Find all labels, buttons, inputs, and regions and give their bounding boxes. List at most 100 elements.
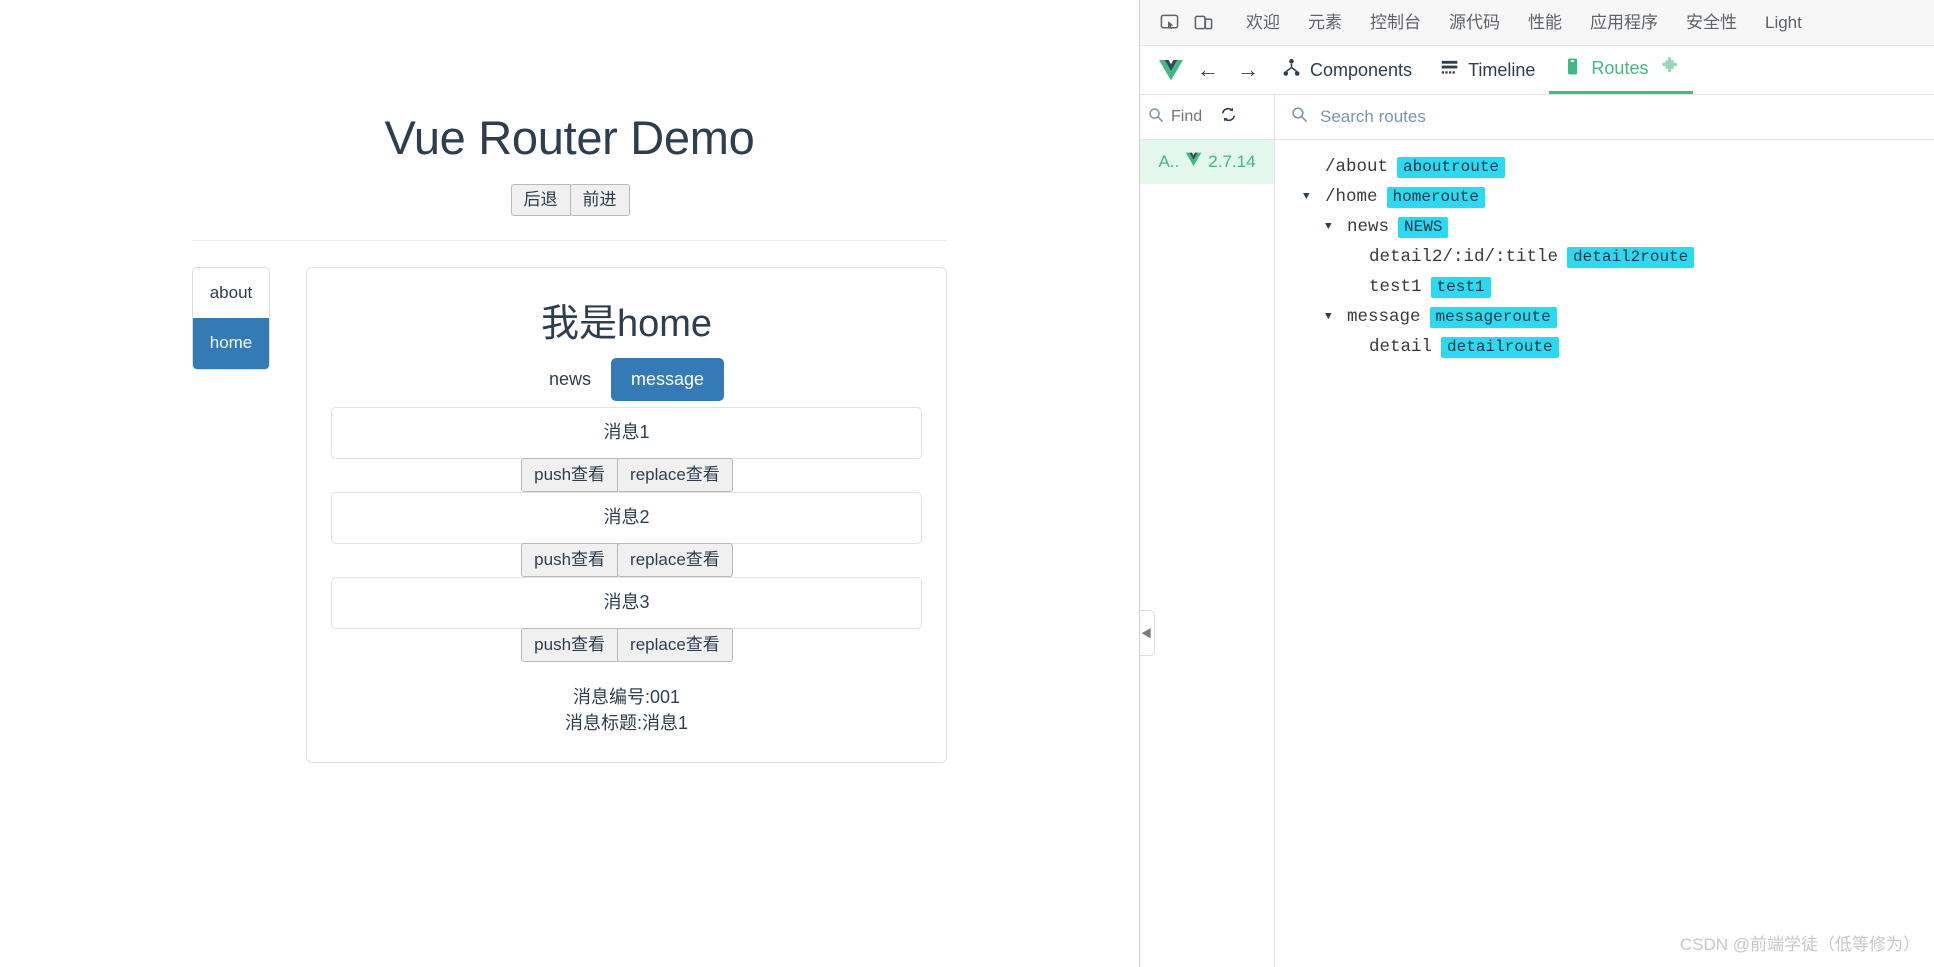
instances-column: A.. 2.7.14 [1140,95,1275,967]
vue-forward-arrow-icon[interactable]: → [1228,50,1268,90]
instance-version: 2.7.14 [1208,152,1256,171]
route-path: /home [1325,187,1378,207]
message-title: 消息1 [331,407,922,459]
list-item: 消息1 push查看 replace查看 [331,407,922,493]
route-node-about[interactable]: /about aboutroute [1275,152,1934,182]
replace-view-button[interactable]: replace查看 [617,457,733,493]
route-badge: detail2route [1567,246,1695,268]
instance-search-bar [1140,95,1274,140]
devtools-topbar: 欢迎 元素 控制台 源代码 性能 应用程序 安全性 Light [1140,0,1934,46]
router-view-card: 我是home news message 消息1 push查看replace查看 [306,267,947,764]
route-node-home[interactable]: ▼ /home homeroute [1275,182,1934,212]
instance-name: A.. [1158,152,1180,171]
message-list: 消息1 push查看 replace查看 消息2 push查看 replace查看 [331,407,922,663]
chevron-down-icon[interactable]: ▼ [1325,311,1338,323]
instance-item-app[interactable]: A.. 2.7.14 [1140,140,1274,184]
replace-view-button[interactable]: replace查看 [617,627,733,663]
routes-search-bar [1275,95,1934,140]
tab-elements[interactable]: 元素 [1294,0,1356,45]
detail-id-line: 消息编号:001 [572,687,681,708]
message-actions: push查看 replace查看 [331,627,922,663]
route-badge: NEWS [1398,216,1449,238]
tab-message[interactable]: message [610,357,725,402]
page-title: Vue Router Demo [384,111,755,164]
device-toolbar-icon[interactable] [1186,8,1220,38]
vue-tab-components-label: Components [1310,59,1413,80]
search-icon [1148,107,1164,128]
route-node-news[interactable]: ▼ news NEWS [1275,212,1934,242]
message-title: 消息3 [331,577,922,629]
vue-logo-small-icon [1185,152,1202,172]
message-detail: 消息编号:001 消息标题:消息1 [331,684,922,736]
tab-security[interactable]: 安全性 [1672,0,1751,45]
list-item: 消息2 push查看 replace查看 [331,492,922,578]
message-title: 消息2 [331,492,922,544]
back-button[interactable]: 后退 [510,183,571,217]
search-icon [1291,106,1308,128]
list-item: 消息3 push查看 replace查看 [331,577,922,663]
tab-performance[interactable]: 性能 [1514,0,1576,45]
tab-lighthouse[interactable]: Light [1751,0,1816,45]
screen-root: Vue Router Demo 后退 前进 about home 我是home n… [0,0,1934,967]
route-badge: test1 [1430,276,1491,298]
chevron-down-icon[interactable]: ▼ [1303,191,1316,203]
sidebar-item-about[interactable]: about [193,268,269,319]
sidebar-nav: about home [192,267,270,370]
routes-search-input[interactable] [1318,106,1918,128]
detail-title-line: 消息标题:消息1 [564,713,688,734]
tab-news[interactable]: news [529,358,611,402]
history-controls: 后退 前进 [192,183,947,217]
chevron-down-icon[interactable]: ▼ [1325,221,1338,233]
routes-column: /about aboutroute ▼ /home homeroute ▼ ne… [1275,95,1934,967]
tab-sources[interactable]: 源代码 [1435,0,1514,45]
route-path: /about [1325,157,1389,177]
vue-logo-icon [1154,55,1188,85]
view-title: 我是home [540,303,713,346]
inspect-element-icon[interactable] [1152,8,1186,38]
vue-tab-components[interactable]: Components [1268,46,1426,94]
message-actions: push查看 replace查看 [331,457,922,493]
page-content: Vue Router Demo 后退 前进 about home 我是home n… [192,0,947,764]
sub-tab-bar: news message [331,357,922,402]
route-path: message [1347,307,1421,327]
devtools-body: A.. 2.7.14 /about [1140,95,1934,967]
push-view-button[interactable]: push查看 [521,542,619,578]
page-body-row: about home 我是home news message 消息1 push查… [192,267,947,764]
tab-console[interactable]: 控制台 [1356,0,1435,45]
route-badge: messageroute [1429,306,1557,328]
route-badge: homeroute [1386,186,1485,208]
route-node-message[interactable]: ▼ message messageroute [1275,302,1934,332]
route-node-detail2[interactable]: detail2/:id/:title detail2route [1275,242,1934,272]
routes-icon [1563,57,1582,81]
sidebar-item-home[interactable]: home [193,318,269,369]
route-node-test1[interactable]: test1 test1 [1275,272,1934,302]
collapse-panel-handle[interactable]: ◀ [1140,610,1155,656]
refresh-icon[interactable] [1220,106,1237,128]
forward-button[interactable]: 前进 [569,183,630,217]
route-node-detail[interactable]: detail detailroute [1275,332,1934,362]
vue-tab-routes[interactable]: Routes [1549,46,1694,94]
vue-tab-routes-label: Routes [1591,58,1649,78]
tab-welcome[interactable]: 欢迎 [1232,0,1294,45]
puzzle-piece-icon [1661,57,1679,80]
tab-application[interactable]: 应用程序 [1576,0,1672,45]
push-view-button[interactable]: push查看 [521,627,619,663]
route-path: detail2/:id/:title [1369,247,1559,267]
route-badge: detailroute [1441,336,1559,358]
push-view-button[interactable]: push查看 [521,457,619,493]
instance-search-input[interactable] [1169,107,1215,127]
title-divider [192,240,947,242]
devtools-pane: ◀ 欢迎 元素 控制台 源代码 性能 应用程序 安全性 Light ← → Co… [1139,0,1934,967]
replace-view-button[interactable]: replace查看 [617,542,733,578]
vue-back-arrow-icon[interactable]: ← [1188,50,1228,90]
route-path: detail [1369,337,1433,357]
vue-tab-timeline[interactable]: Timeline [1426,46,1549,94]
message-actions: push查看 replace查看 [331,542,922,578]
vue-tab-timeline-label: Timeline [1468,59,1536,80]
vue-devtools-bar: ← → Components Timeline Routes [1140,46,1934,95]
components-tree-icon [1282,58,1301,82]
timeline-icon [1440,58,1459,82]
routes-tree: /about aboutroute ▼ /home homeroute ▼ ne… [1275,140,1934,967]
route-path: news [1347,217,1390,237]
route-path: test1 [1369,277,1422,297]
